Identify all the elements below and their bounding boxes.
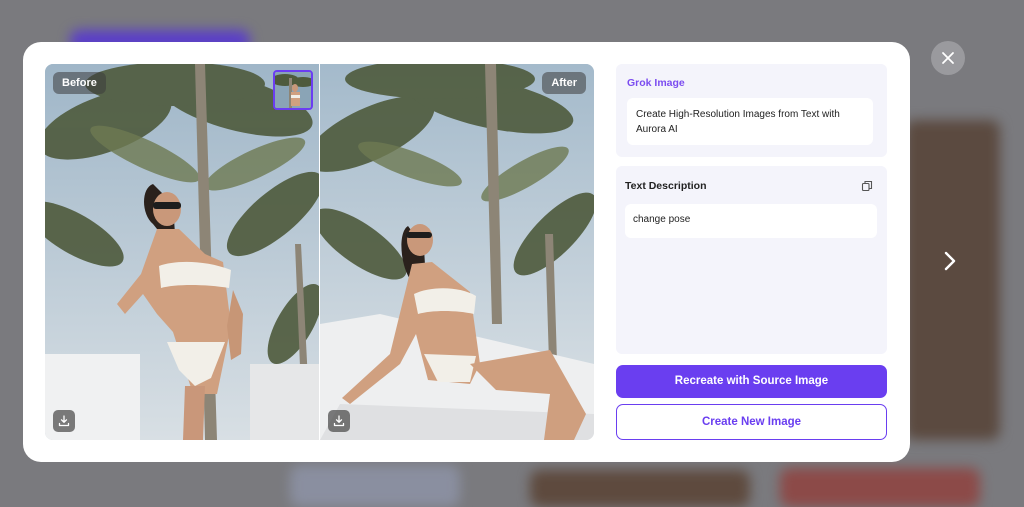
before-image: Before <box>45 64 319 440</box>
download-icon <box>333 415 345 427</box>
chevron-right-icon <box>944 251 956 271</box>
next-image-button[interactable] <box>936 246 964 276</box>
close-button[interactable] <box>931 41 965 75</box>
source-image-thumbnail[interactable] <box>273 70 313 110</box>
before-label: Before <box>53 72 106 94</box>
model-description: Create High-Resolution Images from Text … <box>627 98 873 145</box>
before-after-comparison: Before After <box>45 64 594 440</box>
create-new-image-button[interactable]: Create New Image <box>616 404 887 440</box>
text-description-label: Text Description <box>625 180 707 192</box>
download-before-button[interactable] <box>53 410 75 432</box>
before-photo <box>45 64 319 440</box>
close-icon <box>942 52 954 64</box>
download-icon <box>58 415 70 427</box>
after-photo <box>320 64 594 440</box>
after-image: After <box>320 64 594 440</box>
prompt-text: change pose <box>625 204 877 238</box>
background-image <box>530 470 750 507</box>
background-image <box>905 120 1000 440</box>
model-info-card: Grok Image Create High-Resolution Images… <box>616 64 887 157</box>
after-label: After <box>542 72 586 94</box>
recreate-with-source-button[interactable]: Recreate with Source Image <box>616 365 887 398</box>
image-compare-modal: Before After Grok Image Create High-Reso… <box>23 42 910 462</box>
model-name: Grok Image <box>627 77 685 89</box>
text-description-card: Text Description change pose <box>616 166 887 354</box>
download-after-button[interactable] <box>328 410 350 432</box>
background-image <box>780 468 980 507</box>
background-image <box>290 465 460 507</box>
copy-icon[interactable] <box>861 180 873 192</box>
